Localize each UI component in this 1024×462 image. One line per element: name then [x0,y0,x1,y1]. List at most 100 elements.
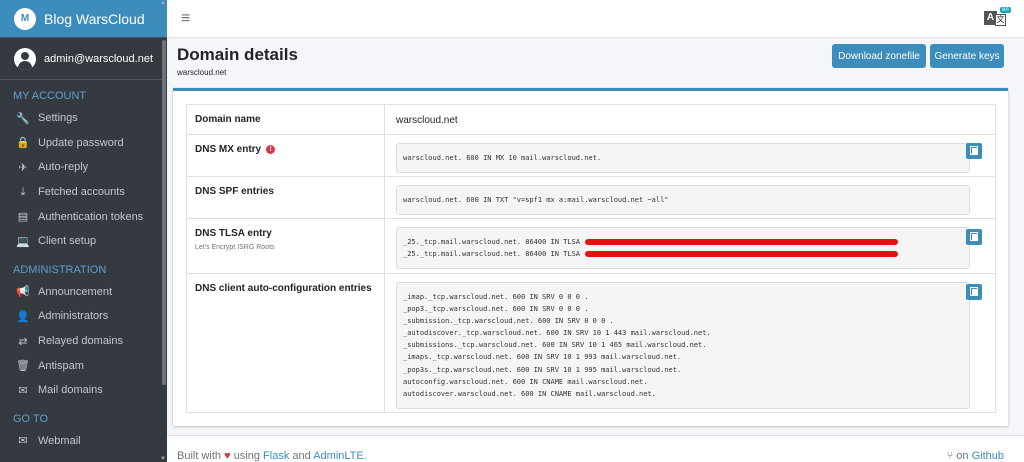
envelope-open-icon: ✉ [18,435,28,448]
domain-details-card: Domain name warscloud.net DNS MX entry! … [173,88,1008,426]
sidebar-item-label: Authentication tokens [38,210,144,223]
sidebar-item-label: Update password [38,136,124,149]
sidebar-item-label: Announcement [38,285,112,298]
table-row: DNS client auto-configuration entries _i… [187,274,995,412]
label-cell: DNS SPF entries [187,177,385,218]
sidebar-scrollbar[interactable] [162,40,166,385]
table-row: DNS SPF entries warscloud.net. 600 IN TX… [187,177,995,219]
value-cell: _25._tcp.mail.warscloud.net. 86400 IN TL… [386,219,995,273]
sidebar-item-settings[interactable]: 🔧 Settings [0,106,167,131]
sidebar-item-client-setup[interactable]: 💻 Client setup [0,229,167,254]
sidebar: M Blog WarsCloud admin@warscloud.net MY … [0,0,167,462]
autoconfig-line: _pop3._tcp.warscloud.net. 600 IN SRV 0 0… [403,305,589,314]
table-row: Domain name warscloud.net [187,105,995,135]
sidebar-item-label: Fetched accounts [38,186,125,199]
tlsa-sublabel: Let's Encrypt ISRG Roots [195,244,275,251]
adminlte-link[interactable]: AdminLTE. [313,450,367,462]
tlsa-line: _25._tcp.mail.warscloud.net. 86400 IN TL… [403,238,585,246]
autoconfig-line: _imaps._tcp.warscloud.net. 600 IN SRV 10… [403,353,682,362]
top-navbar: ≡ A 文 en [167,0,1024,38]
mx-value: warscloud.net. 600 IN MX 10 mail.warsclo… [396,143,970,174]
sidebar-item-administrators[interactable]: 👤 Administrators [0,304,167,329]
lock-icon: 🔒 [16,137,30,150]
label-cell: DNS TLSA entry Let's Encrypt ISRG Roots [187,219,385,273]
nav-header-go-to: GO TO [13,412,49,425]
user-panel[interactable]: admin@warscloud.net [0,38,167,80]
mx-label-text: DNS MX entry [195,144,262,155]
sidebar-item-auto-reply[interactable]: ✈ Auto-reply [0,155,167,180]
tlsa-label: DNS TLSA entry [195,228,272,239]
footer-text: using [233,450,260,462]
brand-logo-icon: M [14,7,36,30]
menu-toggle-icon[interactable]: ≡ [181,10,190,28]
bullhorn-icon: 📢 [16,286,30,299]
table-row: DNS MX entry! warscloud.net. 600 IN MX 1… [187,135,995,177]
github-link[interactable]: Github [972,450,1004,462]
footer-credits: Built with ♥ using Flask and AdminLTE. [177,450,367,462]
scroll-up-icon[interactable]: ▲ [160,0,166,6]
ticket-icon: ▤ [17,211,29,224]
value-cell: warscloud.net. 600 IN TXT "v=spf1 mx a:m… [386,177,995,218]
sidebar-item-label: Administrators [38,310,109,323]
sidebar-item-webmail[interactable]: ✉ Webmail [0,429,167,454]
avatar-icon [14,47,36,70]
footer-text: Built with [177,450,222,462]
footer-text: and [292,450,311,462]
scroll-down-icon[interactable]: ▼ [160,456,166,462]
redaction-mark [585,251,899,258]
autoconfig-line: _autodiscover._tcp.warscloud.net. 600 IN… [403,329,711,338]
redaction-mark [585,239,899,245]
sidebar-item-announcement[interactable]: 📢 Announcement [0,280,167,305]
brand-title: Blog WarsCloud [44,10,145,27]
label-cell: Domain name [187,105,385,134]
user-icon: 👤 [16,310,30,323]
spf-value: warscloud.net. 600 IN TXT "v=spf1 mx a:m… [396,185,970,216]
envelope-icon: ✉ [18,384,28,397]
autoconfig-line: _submissions._tcp.warscloud.net. 600 IN … [403,341,707,350]
wrench-icon: 🔧 [16,112,30,125]
copy-icon[interactable] [966,143,982,159]
sidebar-item-mail-domains[interactable]: ✉ Mail domains [0,378,167,403]
sidebar-item-label: Webmail [38,434,81,447]
laptop-icon: 💻 [16,235,30,248]
nav-header-my-account: MY ACCOUNT [13,90,87,102]
footer: Built with ♥ using Flask and AdminLTE. ⑂… [167,435,1024,462]
exchange-icon: ⇄ [18,335,28,348]
tlsa-value: _25._tcp.mail.warscloud.net. 86400 IN TL… [396,227,970,270]
tlsa-line: _25._tcp.mail.warscloud.net. 86400 IN TL… [403,250,585,259]
copy-icon[interactable] [966,284,982,300]
sidebar-item-label: Mail domains [38,384,103,397]
spf-label: DNS SPF entries [195,186,274,197]
branch-icon: ⑂ [946,450,954,462]
domain-name-value: warscloud.net [396,115,458,126]
page-title: Domain details [177,45,298,64]
copy-icon[interactable] [966,229,982,245]
page-subtitle: warscloud.net [177,68,227,77]
flask-link[interactable]: Flask [263,450,289,462]
language-switcher-icon[interactable]: A 文 en [984,7,1011,27]
warning-icon[interactable]: ! [266,145,276,154]
plane-icon: ✈ [18,161,28,174]
sidebar-item-relayed-domains[interactable]: ⇄ Relayed domains [0,329,167,354]
footer-text: on [956,450,969,462]
sidebar-item-authentication-tokens[interactable]: ▤ Authentication tokens [0,204,167,229]
value-cell: warscloud.net [386,105,995,134]
value-cell: _imap._tcp.warscloud.net. 600 IN SRV 0 0… [386,274,995,412]
sidebar-item-label: Settings [38,112,78,125]
download-zonefile-button[interactable]: Download zonefile [832,44,926,68]
brand-link[interactable]: M Blog WarsCloud [0,0,167,38]
footer-github: ⑂ on Github [947,450,1004,462]
domain-name-label: Domain name [195,114,261,125]
label-cell: DNS client auto-configuration entries [187,274,385,412]
details-table: Domain name warscloud.net DNS MX entry! … [186,104,996,413]
autoconfig-line: _imap._tcp.warscloud.net. 600 IN SRV 0 0… [403,293,589,301]
generate-keys-button[interactable]: Generate keys [930,44,1004,68]
sidebar-item-antispam[interactable]: 🗑 Antispam [0,353,167,378]
autoconfig-line: _submission._tcp.warscloud.net. 600 IN S… [403,317,614,326]
autoconfig-line: _pop3s._tcp.warscloud.net. 600 IN SRV 10… [403,365,682,374]
sidebar-item-update-password[interactable]: 🔒 Update password [0,131,167,156]
lang-badge: en [1000,7,1011,13]
trash-icon: 🗑 [16,360,30,373]
sidebar-item-fetched-accounts[interactable]: ⤓ Fetched accounts [0,180,167,205]
autoconfig-line: autodiscover.warscloud.net. 600 IN CNAME… [403,389,656,398]
